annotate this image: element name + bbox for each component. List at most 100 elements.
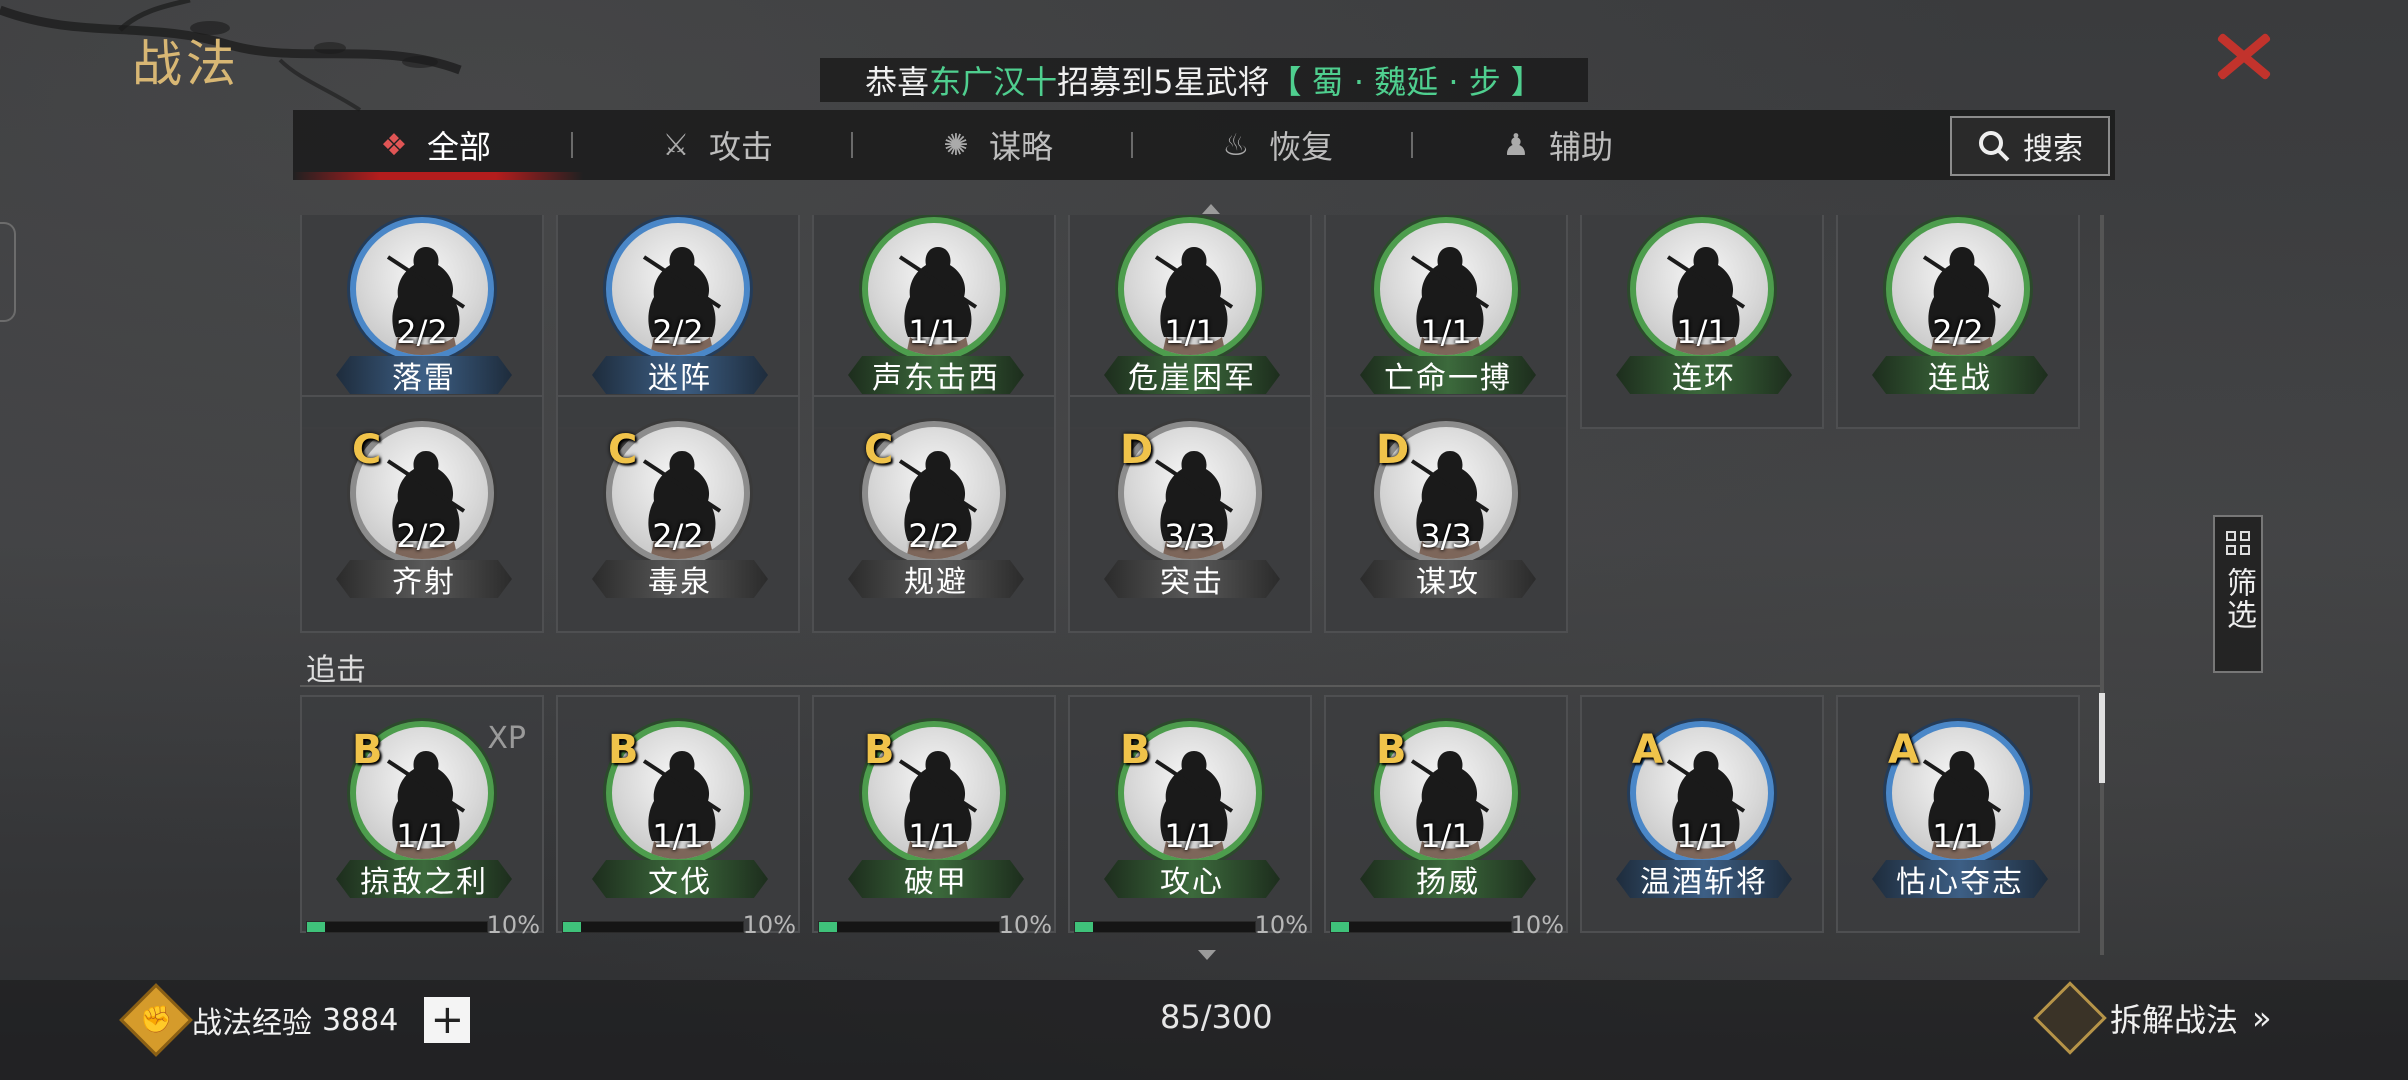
search-button[interactable]: 搜索 [1950, 116, 2110, 176]
tactic-card[interactable]: B 1/1 扬威 10% [1324, 695, 1568, 939]
progress-percent: 10% [1254, 911, 1308, 939]
tactic-count: 2/2 [652, 313, 704, 351]
grade-badge: B [352, 727, 383, 773]
tactic-count: 1/1 [1164, 817, 1216, 855]
tactics-grid: 追击 2/2 落雷 2/2 迷阵 1/1 声东击西 1/1 危崖困军 1/1 亡命一搏 1/1 连环 2… [300, 215, 2108, 955]
tactic-card[interactable]: C 2/2 毒泉 [556, 395, 800, 633]
search-label: 搜索 [2023, 132, 2083, 167]
progress-bar [562, 921, 744, 933]
dismantle-tactics-button[interactable]: 拆解战法 » [2033, 981, 2272, 1055]
close-x-icon[interactable] [2208, 26, 2280, 86]
tactic-name: 怙心夺志 [1872, 860, 2048, 898]
tab-attack[interactable]: ⚔ 攻击 [655, 110, 773, 180]
tab-all[interactable]: ❖ 全部 [373, 110, 491, 180]
pot-icon: ♨ [1222, 127, 1250, 163]
progress-percent: 10% [742, 911, 796, 939]
progress-fill [819, 922, 837, 932]
tactic-card[interactable]: A 1/1 温酒斩将 [1580, 695, 1824, 933]
announce-general: 【 蜀 · 魏延 · 步 】 [1269, 63, 1543, 101]
tactic-card[interactable]: B 1/1 文伐 10% [556, 695, 800, 939]
ink-branch-decoration [0, 0, 462, 112]
tactic-card[interactable]: D 3/3 谋攻 [1324, 395, 1568, 633]
tactic-name: 危崖困军 [1104, 356, 1280, 394]
tactic-card[interactable]: B 1/1 攻心 10% [1068, 695, 1312, 939]
tactic-count: 3/3 [1164, 517, 1216, 555]
fan-icon: ✺ [943, 127, 969, 163]
tab-divider [1131, 132, 1133, 158]
tactic-name: 连环 [1616, 356, 1792, 394]
scroll-up-indicator [1202, 204, 1220, 214]
tactics-capacity: 85/300 [1160, 998, 1273, 1036]
grade-badge: B [608, 727, 639, 773]
add-exp-button[interactable]: + [424, 997, 471, 1043]
tactic-exp-display: ✊ 战法经验 3884 + [119, 983, 471, 1057]
side-drawer-handle[interactable] [0, 222, 16, 322]
tactic-count: 1/1 [1932, 817, 1984, 855]
announce-player: 东广汉十 [929, 63, 1058, 101]
announce-middle: 招募到5星武将 [1057, 63, 1270, 101]
tab-recovery[interactable]: ♨ 恢复 [1215, 110, 1333, 180]
tactic-card[interactable]: B 1/1 破甲 10% [812, 695, 1056, 939]
progress-percent: 10% [486, 911, 540, 939]
pouch-icon: ♟ [1502, 127, 1530, 163]
tactic-name: 亡命一搏 [1360, 356, 1536, 394]
announce-prefix: 恭喜 [865, 63, 930, 101]
progress-bar [1074, 921, 1256, 933]
tactic-name: 声东击西 [848, 356, 1024, 394]
section-title: 追击 [306, 653, 366, 688]
grid-filter-icon [2226, 531, 2250, 555]
tactic-name: 温酒斩将 [1616, 860, 1792, 898]
tab-divider [571, 132, 573, 158]
progress-bar [1330, 921, 1512, 933]
scrollbar-thumb[interactable] [2099, 693, 2105, 783]
scroll-bundle-icon: ❖ [380, 127, 408, 163]
tactic-count: 1/1 [1420, 313, 1472, 351]
grade-badge: D [1376, 427, 1410, 473]
recruit-announcement: 恭喜 东广汉十 招募到5星武将 【 蜀 · 魏延 · 步 】 [820, 58, 1588, 102]
tactic-count: 2/2 [396, 313, 448, 351]
tactic-card[interactable]: 1/1 连环 [1580, 215, 1824, 429]
tactic-card[interactable]: 2/2 连战 [1836, 215, 2080, 429]
tactic-name: 规避 [848, 560, 1024, 598]
tactic-count: 1/1 [1420, 817, 1472, 855]
tab-support[interactable]: ♟ 辅助 [1495, 110, 1613, 180]
xp-badge: XP [487, 721, 526, 756]
tactic-card[interactable]: C 2/2 规避 [812, 395, 1056, 633]
tactic-name: 攻心 [1104, 860, 1280, 898]
tab-divider [851, 132, 853, 158]
grade-badge: B [1376, 727, 1407, 773]
category-tabbar: ❖ 全部 ⚔ 攻击 ✺ 谋略 ♨ 恢复 ♟ 辅助 搜索 [293, 110, 2115, 180]
tactic-card[interactable]: B 1/1 掠敌之利 XP 10% [300, 695, 544, 939]
grade-badge: B [1120, 727, 1151, 773]
filter-button[interactable]: 筛选 [2213, 515, 2263, 673]
scroll-down-indicator [1198, 950, 1216, 960]
tactic-count: 2/2 [1932, 313, 1984, 351]
tactic-card[interactable]: C 2/2 齐射 [300, 395, 544, 633]
tactic-name: 落雷 [336, 356, 512, 394]
tab-label: 全部 [427, 128, 492, 166]
tactic-name: 破甲 [848, 860, 1024, 898]
progress-fill [1331, 922, 1349, 932]
progress-bar [306, 921, 488, 933]
grade-badge: A [1888, 727, 1919, 773]
tactic-card[interactable]: D 3/3 突击 [1068, 395, 1312, 633]
tactic-count: 2/2 [908, 517, 960, 555]
tactic-count: 1/1 [1676, 313, 1728, 351]
dismantle-label: 拆解战法 [2110, 1001, 2239, 1039]
tactic-count: 1/1 [396, 817, 448, 855]
tactic-count: 1/1 [1164, 313, 1216, 351]
tab-label: 攻击 [709, 128, 774, 166]
section-divider [300, 685, 2100, 687]
tactic-card[interactable]: A 1/1 怙心夺志 [1836, 695, 2080, 933]
tactic-name: 掠敌之利 [336, 860, 512, 898]
scrollbar-track[interactable] [2100, 215, 2104, 955]
grade-badge: A [1632, 727, 1663, 773]
tab-strategy[interactable]: ✺ 谋略 [935, 110, 1053, 180]
progress-fill [1075, 922, 1093, 932]
tab-label: 恢复 [1269, 128, 1334, 166]
progress-bar [818, 921, 1000, 933]
tactic-count: 1/1 [652, 817, 704, 855]
tactic-name: 迷阵 [592, 356, 768, 394]
progress-percent: 10% [998, 911, 1052, 939]
tactic-count: 3/3 [1420, 517, 1472, 555]
